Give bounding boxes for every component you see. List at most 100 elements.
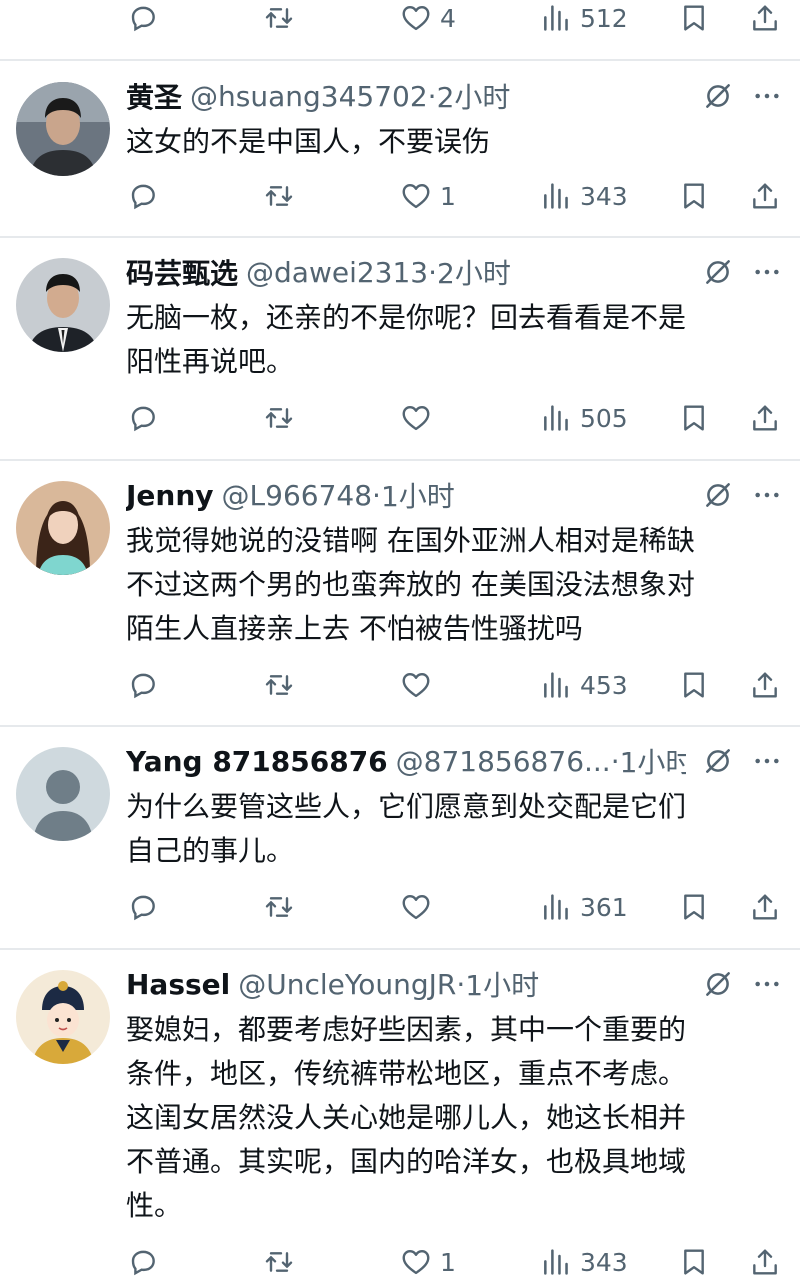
retweet-button[interactable] xyxy=(263,396,295,440)
separator-dot: · xyxy=(427,79,437,113)
tweet[interactable]: Hassel @UncleYoungJR · 1小时 娶媳妇，都要考虑好些因素，… xyxy=(0,950,800,1280)
retweet-button[interactable] xyxy=(263,174,295,218)
user-handle[interactable]: @UncleYoungJR xyxy=(238,968,456,1001)
separator-dot: · xyxy=(610,744,620,778)
views-icon xyxy=(540,2,572,34)
like-button[interactable] xyxy=(400,396,440,440)
views-button[interactable]: 505 xyxy=(540,396,628,440)
timestamp[interactable]: 1小时 xyxy=(465,964,539,1004)
grok-icon[interactable] xyxy=(702,479,734,511)
heart-icon xyxy=(400,180,432,212)
retweet-icon xyxy=(263,180,295,212)
reply-icon xyxy=(127,2,159,34)
reply-button[interactable] xyxy=(127,396,159,440)
user-handle[interactable]: @L966748 xyxy=(222,479,373,512)
retweet-icon xyxy=(263,669,295,701)
reply-button[interactable] xyxy=(127,1240,159,1284)
grok-icon[interactable] xyxy=(702,256,734,288)
tweet-text-line: 条件，地区，传统裤带松地区，重点不考虑。 xyxy=(126,1057,687,1090)
tweet-header: 黄圣 @hsuang345702 · 2小时 xyxy=(126,76,686,116)
bookmark-button[interactable] xyxy=(678,1240,710,1284)
bookmark-icon xyxy=(678,180,710,212)
timestamp[interactable]: 2小时 xyxy=(437,252,511,292)
grok-icon[interactable] xyxy=(702,968,734,1000)
bookmark-button[interactable] xyxy=(678,0,710,40)
share-button[interactable] xyxy=(749,1240,781,1284)
tweet-actions: 505 xyxy=(0,396,800,440)
views-button[interactable]: 361 xyxy=(540,885,628,929)
divider xyxy=(0,59,800,61)
grok-icon[interactable] xyxy=(702,80,734,112)
heart-icon xyxy=(400,891,432,923)
avatar[interactable] xyxy=(16,258,110,352)
like-button[interactable] xyxy=(400,663,440,707)
like-button[interactable] xyxy=(400,885,440,929)
retweet-button[interactable] xyxy=(263,885,295,929)
tweet[interactable]: 黄圣 @hsuang345702 · 2小时 这女的不是中国人，不要误伤 1 3… xyxy=(0,62,800,236)
reply-button[interactable] xyxy=(127,885,159,929)
tweet[interactable]: 码芸甄选 @dawei2313 · 2小时 无脑一枚，还亲的不是你呢？回去看看是… xyxy=(0,238,800,459)
bookmark-button[interactable] xyxy=(678,396,710,440)
reply-icon xyxy=(127,402,159,434)
timestamp[interactable]: 2小时 xyxy=(437,76,511,116)
bookmark-button[interactable] xyxy=(678,174,710,218)
reply-button[interactable] xyxy=(127,0,159,40)
share-button[interactable] xyxy=(749,663,781,707)
retweet-button[interactable] xyxy=(263,663,295,707)
share-button[interactable] xyxy=(749,174,781,218)
more-icon[interactable] xyxy=(750,968,784,1000)
display-name[interactable]: 黄圣 xyxy=(126,76,182,116)
reply-button[interactable] xyxy=(127,174,159,218)
retweet-button[interactable] xyxy=(263,0,295,40)
user-handle[interactable]: @871856876... xyxy=(396,745,611,778)
share-button[interactable] xyxy=(749,396,781,440)
like-button[interactable]: 1 xyxy=(400,174,456,218)
views-button[interactable]: 343 xyxy=(540,1240,628,1284)
views-icon xyxy=(540,402,572,434)
avatar[interactable] xyxy=(16,747,110,841)
tweet[interactable]: Jenny @L966748 · 1小时 我觉得她说的没错啊 在国外亚洲人相对是… xyxy=(0,461,800,725)
bookmark-button[interactable] xyxy=(678,885,710,929)
tweet-actions: 1 343 xyxy=(0,1240,800,1284)
separator-dot: · xyxy=(456,967,466,1001)
reply-button[interactable] xyxy=(127,663,159,707)
views-button[interactable]: 343 xyxy=(540,174,628,218)
more-icon[interactable] xyxy=(750,80,784,112)
views-button[interactable]: 453 xyxy=(540,663,628,707)
tweet[interactable]: Yang 871856876 @871856876... · 1小时 为什么要管… xyxy=(0,727,800,948)
share-icon xyxy=(749,180,781,212)
more-icon[interactable] xyxy=(750,256,784,288)
bookmark-icon xyxy=(678,2,710,34)
like-button[interactable]: 1 xyxy=(400,1240,456,1284)
display-name[interactable]: Hassel xyxy=(126,968,230,1001)
user-handle[interactable]: @dawei2313 xyxy=(246,256,428,289)
like-count: 4 xyxy=(440,3,456,33)
avatar[interactable] xyxy=(16,82,110,176)
more-icon[interactable] xyxy=(750,745,784,777)
retweet-icon xyxy=(263,2,295,34)
display-name[interactable]: Jenny xyxy=(126,479,214,512)
avatar[interactable] xyxy=(16,970,110,1064)
view-count: 512 xyxy=(580,3,628,33)
more-icon[interactable] xyxy=(750,479,784,511)
display-name[interactable]: 码芸甄选 xyxy=(126,252,238,292)
avatar[interactable] xyxy=(16,481,110,575)
like-button[interactable]: 4 xyxy=(400,0,456,40)
user-handle[interactable]: @hsuang345702 xyxy=(190,80,428,113)
view-count: 505 xyxy=(580,403,628,433)
grok-icon[interactable] xyxy=(702,745,734,777)
bookmark-button[interactable] xyxy=(678,663,710,707)
timestamp[interactable]: 1小时 xyxy=(381,475,455,515)
tweet-header: Jenny @L966748 · 1小时 xyxy=(126,475,686,515)
views-button[interactable]: 512 xyxy=(540,0,628,40)
retweet-icon xyxy=(263,1246,295,1278)
share-button[interactable] xyxy=(749,885,781,929)
retweet-icon xyxy=(263,402,295,434)
bookmark-icon xyxy=(678,402,710,434)
timestamp[interactable]: 1小时 xyxy=(620,741,686,781)
reply-icon xyxy=(127,1246,159,1278)
share-button[interactable] xyxy=(749,0,781,40)
tweet-text-line: 不普通。其实呢，国内的哈洋女，也极具地域 xyxy=(126,1145,687,1178)
display-name[interactable]: Yang 871856876 xyxy=(126,745,388,778)
retweet-button[interactable] xyxy=(263,1240,295,1284)
